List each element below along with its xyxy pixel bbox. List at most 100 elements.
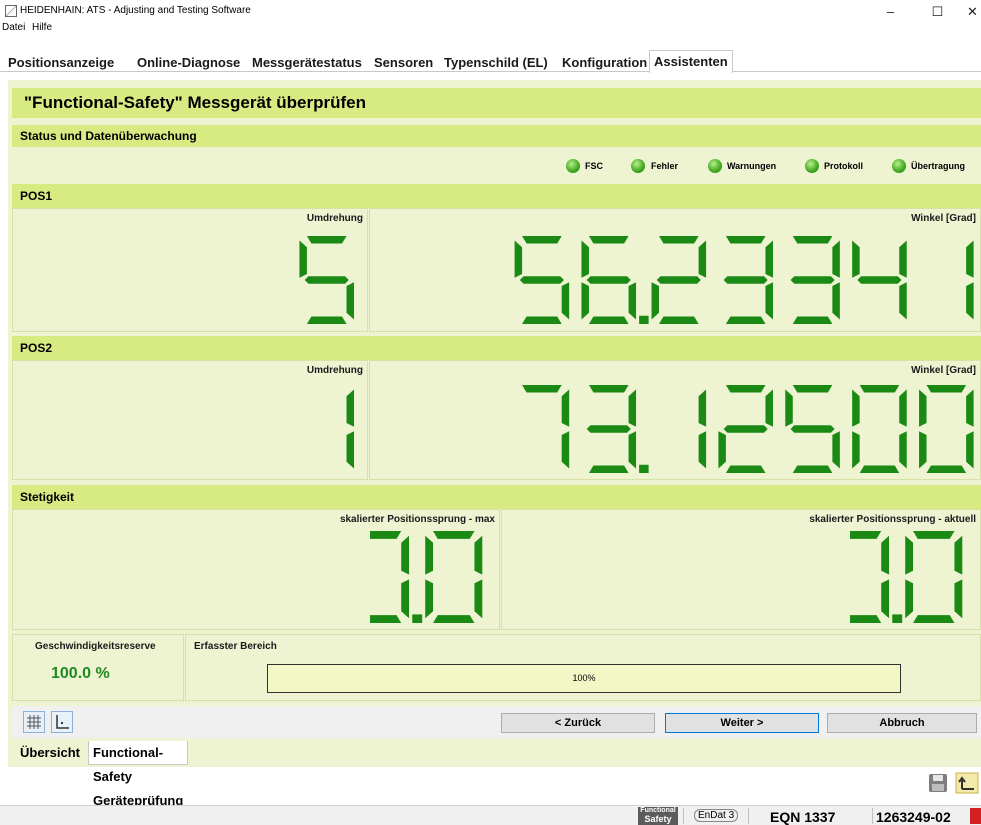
segment-a [306,236,347,244]
range-progress-bar: 100% [267,664,901,693]
segment-b [698,240,707,278]
bottom-tab-fs-pruefung[interactable]: Functional-Safety Geräteprüfung [88,741,189,808]
endat-badge: EnDat 3 [694,809,739,822]
status-separator [748,808,749,824]
pos1-revolution-display [284,236,354,324]
segment-e [919,431,927,469]
endat-label: EnDat [698,810,726,821]
segment-a [792,236,833,244]
segment-c [561,282,570,320]
pos1-rev-label: Umdrehung [306,213,363,224]
segment-g [519,276,564,284]
tab-messgeraetestatus[interactable]: Messgerätestatus [248,54,366,72]
export-arrow-icon[interactable] [955,772,979,794]
segment-f [919,389,927,427]
segment-f [905,535,914,575]
segment-d [725,465,766,473]
range-label: Erfasster Bereich [194,641,277,652]
segment-b [765,240,773,278]
device-name: EQN 1337 [770,809,836,825]
status-led-icon [566,159,580,173]
segment-dot [639,315,649,324]
menu-datei[interactable]: Datei [2,22,25,33]
segment-a [913,531,955,539]
menu-hilfe[interactable]: Hilfe [32,22,52,33]
minimize-button[interactable]: – [873,0,908,24]
menu-bar: Datei Hilfe [0,22,981,36]
status-led-icon [631,159,645,173]
close-button[interactable]: ✕ [955,0,981,24]
segment-a [850,531,882,539]
app-icon [5,5,17,17]
segment-b [832,240,840,278]
segment-c [765,282,773,320]
status-separator [683,808,684,824]
segment-f [514,240,523,278]
led-label-fsc: FSC [585,161,603,171]
segment-c [474,579,483,619]
segment-f [852,240,860,278]
segment-c [881,579,890,619]
segment-g [586,425,631,433]
segment-c [628,282,637,320]
led-label-uebertragung: Übertragung [911,161,965,171]
tab-typenschild[interactable]: Typenschild (EL) [440,54,552,72]
segment-d [926,465,967,473]
segment-d [588,465,629,473]
segment-e [905,579,914,619]
back-button[interactable]: < Zurück [501,713,655,733]
segment-g [723,425,768,433]
tab-online-diagnose[interactable]: Online-Diagnose [133,54,244,72]
segment-a [859,385,900,393]
tab-assistenten[interactable]: Assistenten [649,50,733,73]
segment-f [299,240,307,278]
segment-a [926,385,967,393]
tab-sensoren[interactable]: Sensoren [370,54,437,72]
crosshair-grid-icon[interactable] [23,711,45,733]
alert-flag-icon [970,808,981,824]
stetigkeit-max-display [370,531,490,623]
axis-origin-icon[interactable] [51,711,73,733]
segment-c [954,579,963,619]
segment-d [306,316,347,324]
save-disk-icon[interactable] [927,772,949,794]
status-led-icon [805,159,819,173]
segment-g [790,276,835,284]
segment-b [346,389,354,427]
status-led-icon [708,159,722,173]
led-label-warnungen: Warnungen [727,161,777,171]
segment-b [698,389,707,427]
segment-b [561,389,570,427]
speed-reserve-label: Geschwindigkeitsreserve [35,641,156,652]
stetigkeit-current-display [850,531,970,623]
status-separator [872,808,873,824]
segment-g [723,276,768,284]
segment-b [954,535,963,575]
segment-c [401,579,410,619]
maximize-button[interactable]: ☐ [920,0,955,24]
cancel-button[interactable]: Abbruch [827,713,977,733]
segment-g [857,276,902,284]
status-section-title: Status und Datenüberwachung [12,125,981,147]
serial-number: 1263249-02 [876,809,951,825]
segment-b [899,240,907,278]
segment-c [832,282,840,320]
speed-reserve-value: 100.0 % [51,665,110,682]
segment-d [792,465,833,473]
segment-d [522,316,562,324]
segment-c [899,431,907,469]
bottom-tab-uebersicht[interactable]: Übersicht [16,741,84,765]
pos2-title: POS2 [12,336,981,360]
pos2-revolution-display [284,385,354,473]
segment-c [346,431,354,469]
page-title: "Functional-Safety" Messgerät überprüfen [12,88,981,118]
segment-e [718,431,726,469]
next-button[interactable]: Weiter > [665,713,819,733]
segment-f [581,240,589,278]
segment-c [966,282,974,320]
tab-konfiguration[interactable]: Konfiguration [558,54,651,72]
segment-e [651,282,660,320]
tab-positionsanzeige[interactable]: Positionsanzeige [4,54,118,72]
segment-b [474,535,483,575]
status-led-icon [892,159,906,173]
